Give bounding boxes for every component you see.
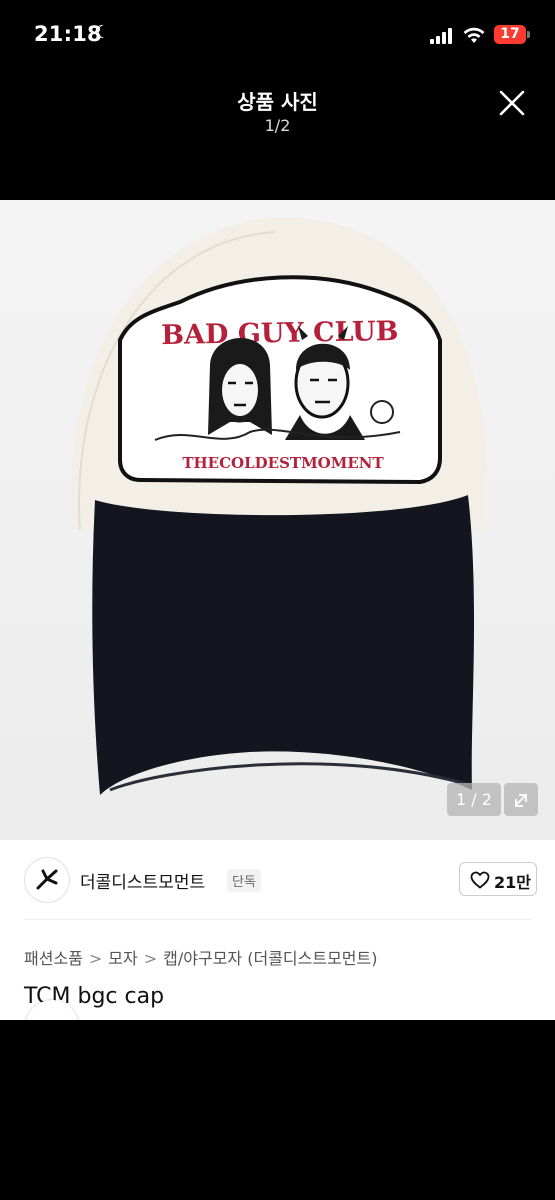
photo-counter: 1 / 2 (447, 783, 501, 816)
clock: 21:18 (34, 22, 102, 46)
heart-icon (470, 871, 490, 889)
breadcrumb-item-type[interactable]: 캡/야구모자 (더콜디스트모먼트) (163, 949, 377, 968)
divider (24, 919, 531, 920)
image-index: 1/2 (264, 116, 291, 135)
moon-icon: ☾ (94, 22, 111, 43)
seller-name[interactable]: 더콜디스트모먼트 (80, 868, 205, 893)
cellular-signal-icon (430, 28, 456, 44)
breadcrumb-separator: > (143, 949, 158, 968)
breadcrumb: 패션소품 > 모자 > 캡/야구모자 (더콜디스트모먼트) (24, 945, 377, 969)
star-logo-icon (36, 869, 58, 890)
breadcrumb-separator: > (88, 949, 103, 968)
close-icon[interactable] (497, 88, 527, 118)
patch-title: BAD GUY CLUB (161, 316, 399, 351)
seller-logo[interactable] (24, 857, 70, 903)
exclusive-badge: 단독 (227, 869, 261, 892)
expand-icon[interactable] (504, 783, 538, 816)
status-bar: 21:18 ☾ 17 (0, 0, 555, 70)
page-title: 상품 사진 (237, 90, 318, 114)
battery-tip (527, 31, 530, 38)
like-count: 21만 (494, 873, 531, 892)
cap-image: BAD GUY CLUB THECOLDESTMOMENT (70, 217, 487, 795)
like-button[interactable]: 21만 (459, 862, 537, 896)
breadcrumb-item-subcategory[interactable]: 모자 (108, 949, 137, 968)
bottom-overlay (0, 1020, 555, 1200)
wifi-icon (463, 27, 485, 43)
product-photo[interactable]: BAD GUY CLUB THECOLDESTMOMENT (0, 200, 555, 840)
battery-indicator: 17 (494, 25, 526, 44)
breadcrumb-item-category[interactable]: 패션소품 (24, 949, 83, 968)
patch-subtitle: THECOLDESTMOMENT (182, 454, 384, 472)
product-info-panel: 더콜디스트모먼트 단독 21만 패션소품 > 모자 > 캡/야구모자 (더콜디스트모먼트… (0, 840, 555, 1052)
